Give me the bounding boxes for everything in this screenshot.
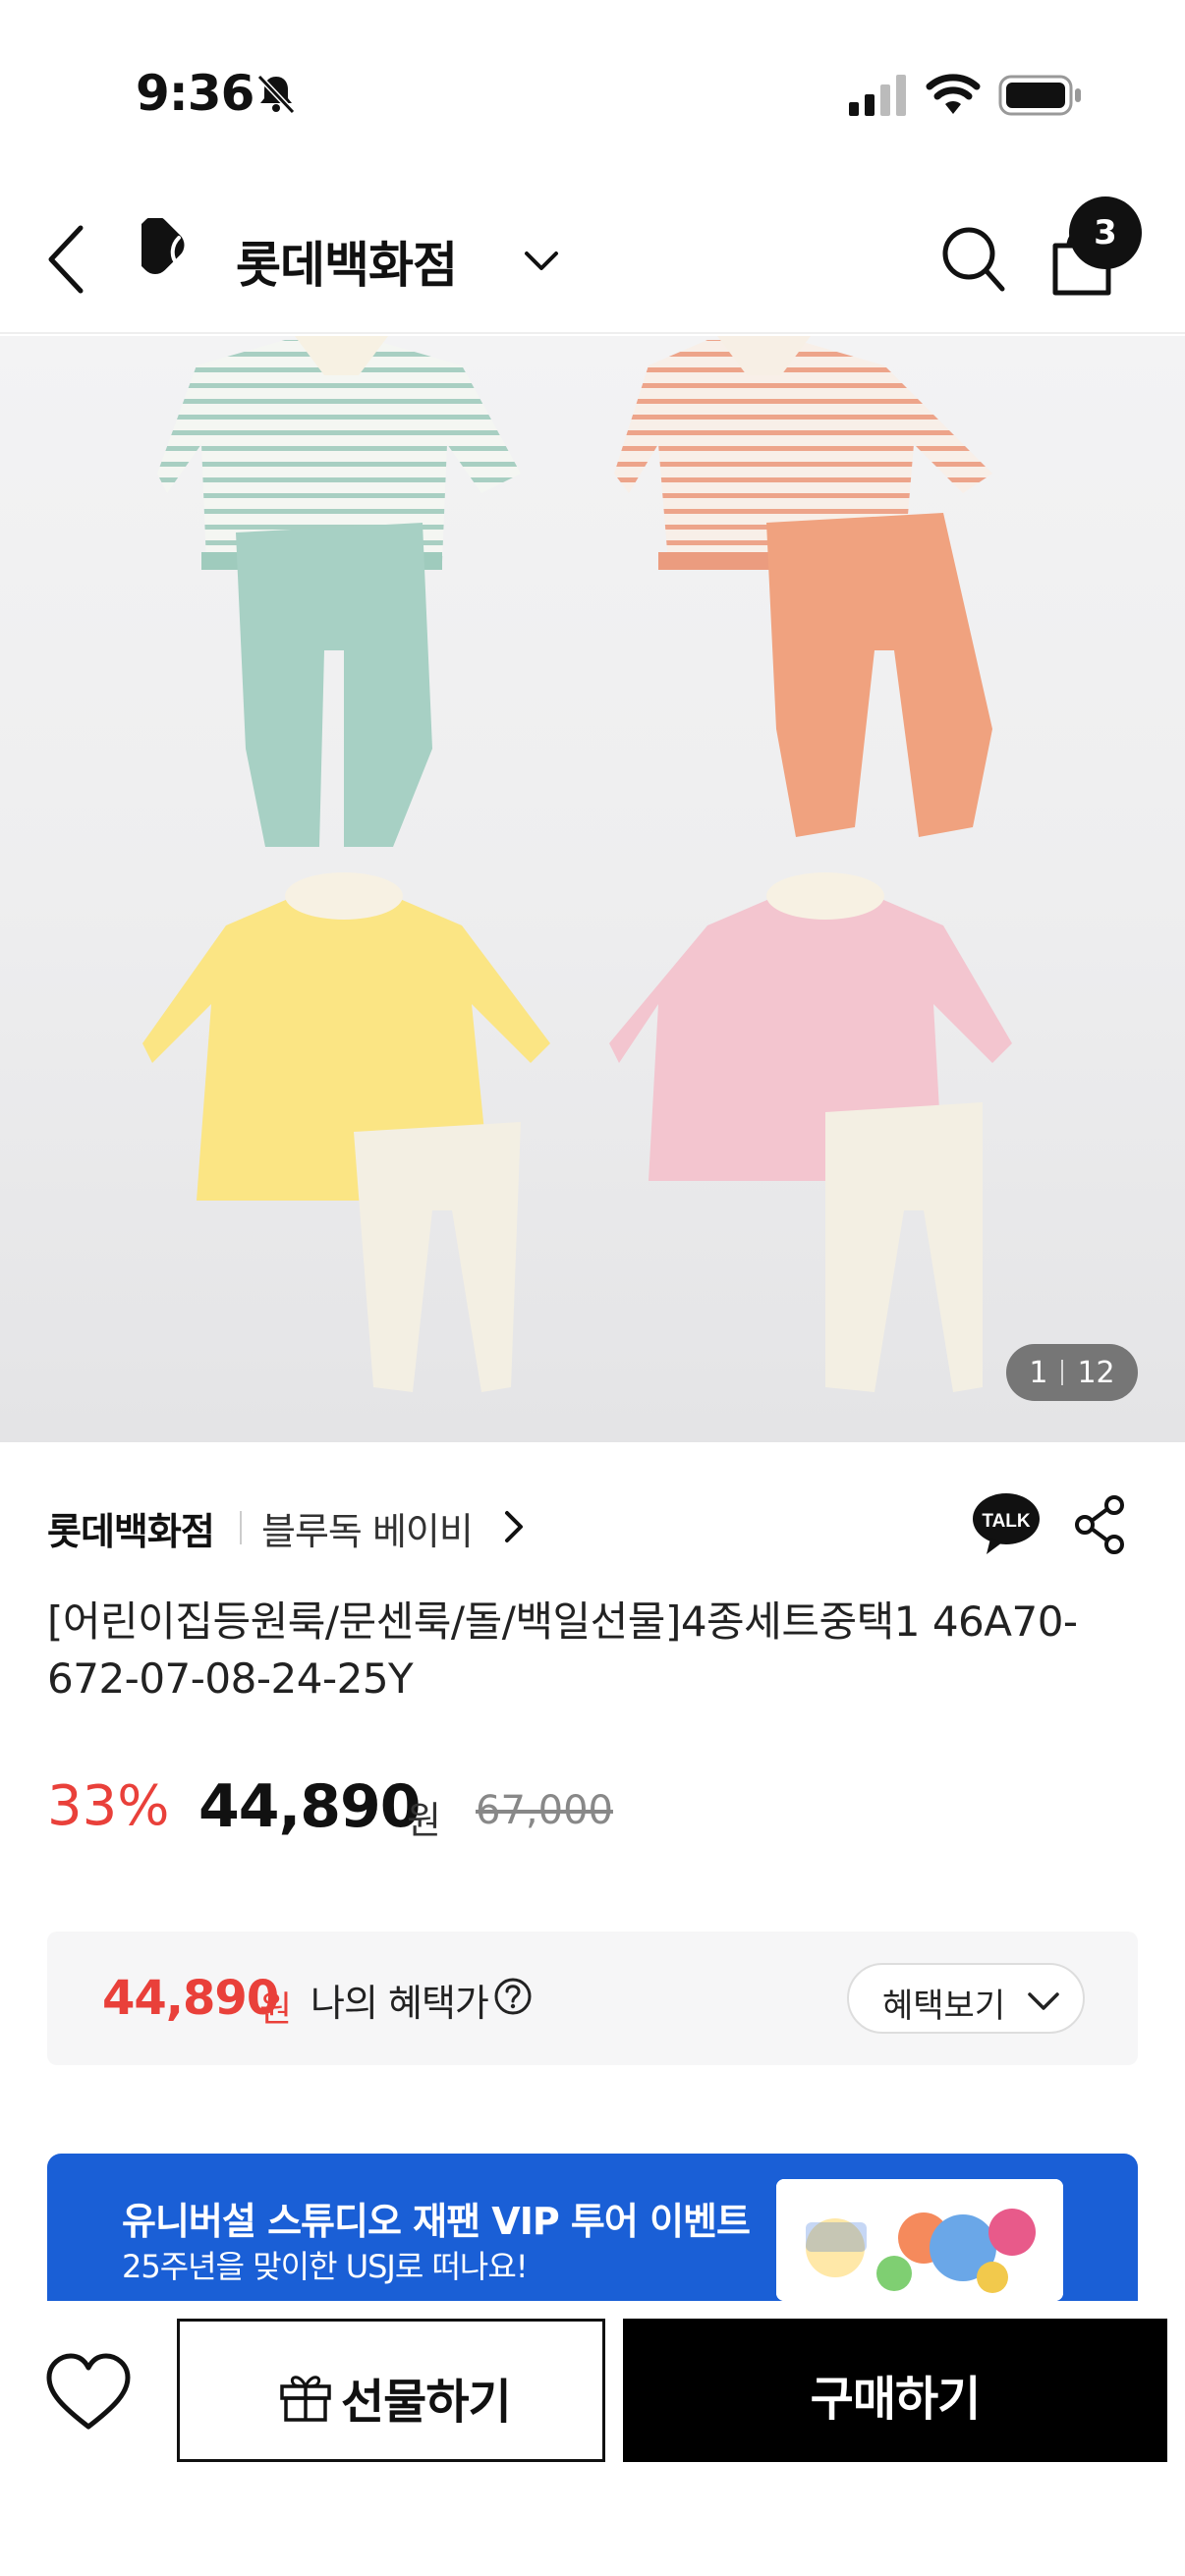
original-price: 67,000 [476,1788,613,1833]
cart-count-badge: 3 [1069,196,1142,269]
benefit-price: 44,890 [102,1971,279,2026]
promo-banner[interactable]: 유니버설 스튜디오 재팬 VIP 투어 이벤트 25주년을 맞이한 USJ로 떠… [47,2154,1138,2301]
benefit-price-box: 44,890 원 나의 혜택가 혜택보기 [47,1932,1138,2065]
heart-icon[interactable] [43,2352,134,2435]
battery-icon [998,75,1081,116]
gift-icon [280,2376,331,2422]
counter-divider [1061,1360,1064,1385]
image-counter: 1 12 [1006,1344,1138,1401]
gift-button[interactable]: 선물하기 [177,2319,605,2462]
back-arrow-icon[interactable] [43,220,92,299]
wifi-icon [926,74,981,114]
signal-icon [849,75,906,116]
image-current: 1 [1029,1355,1048,1390]
seller-row: 롯데백화점 블루독 베이비 TALK [47,1493,1138,1558]
share-icon[interactable] [1073,1495,1128,1554]
seller-divider [240,1511,242,1544]
top-nav-bar: 롯데백화점 [0,187,1185,334]
chevron-down-icon [1028,1992,1059,2010]
chevron-down-icon[interactable] [519,238,564,283]
svg-text:TALK: TALK [982,1511,1031,1532]
buy-label: 구매하기 [810,2372,982,2427]
chevron-right-icon[interactable] [499,1507,529,1546]
question-circle-icon[interactable] [493,1977,533,2016]
product-photo [142,336,1012,1392]
kakao-talk-icon[interactable]: TALK [971,1491,1042,1556]
image-total: 12 [1077,1355,1115,1390]
status-bar: 9:36 [0,0,1185,187]
sale-price: 44,890 [198,1772,422,1841]
view-benefits-button[interactable]: 혜택보기 [847,1963,1085,2034]
seller-name[interactable]: 롯데백화점 [47,1501,215,1555]
brand-link[interactable]: 블루독 베이비 [261,1501,474,1555]
brand-name[interactable]: 롯데백화점 [236,226,458,297]
buy-button[interactable]: 구매하기 [623,2319,1167,2462]
search-icon[interactable] [937,218,1008,297]
discount-rate: 33% [47,1774,170,1838]
banner-image [776,2179,1063,2301]
price-row: 33% 44,890 원 67,000 [47,1772,1138,1843]
view-benefits-label: 혜택보기 [882,1987,1006,2026]
bell-slash-icon [256,74,296,115]
bottom-action-bar: 선물하기 구매하기 [0,2301,1185,2576]
banner-subtitle: 25주년을 맞이한 USJ로 떠나요! [122,2248,529,2285]
gift-label: 선물하기 [341,2375,512,2430]
lotte-logo-icon[interactable] [141,218,216,293]
banner-title: 유니버설 스튜디오 재팬 VIP 투어 이벤트 [122,2200,751,2243]
product-title: [어린이집등원룩/문센룩/돌/백일선물]4종세트중택1 46A70-672-07… [47,1597,1078,1703]
benefit-label: 나의 혜택가 [310,1982,489,2025]
product-image-gallery[interactable]: 1 12 [0,336,1185,1442]
benefit-currency: 원 [259,1989,293,2030]
currency-unit: 원 [407,1799,441,1842]
status-time: 9:36 [136,65,254,122]
